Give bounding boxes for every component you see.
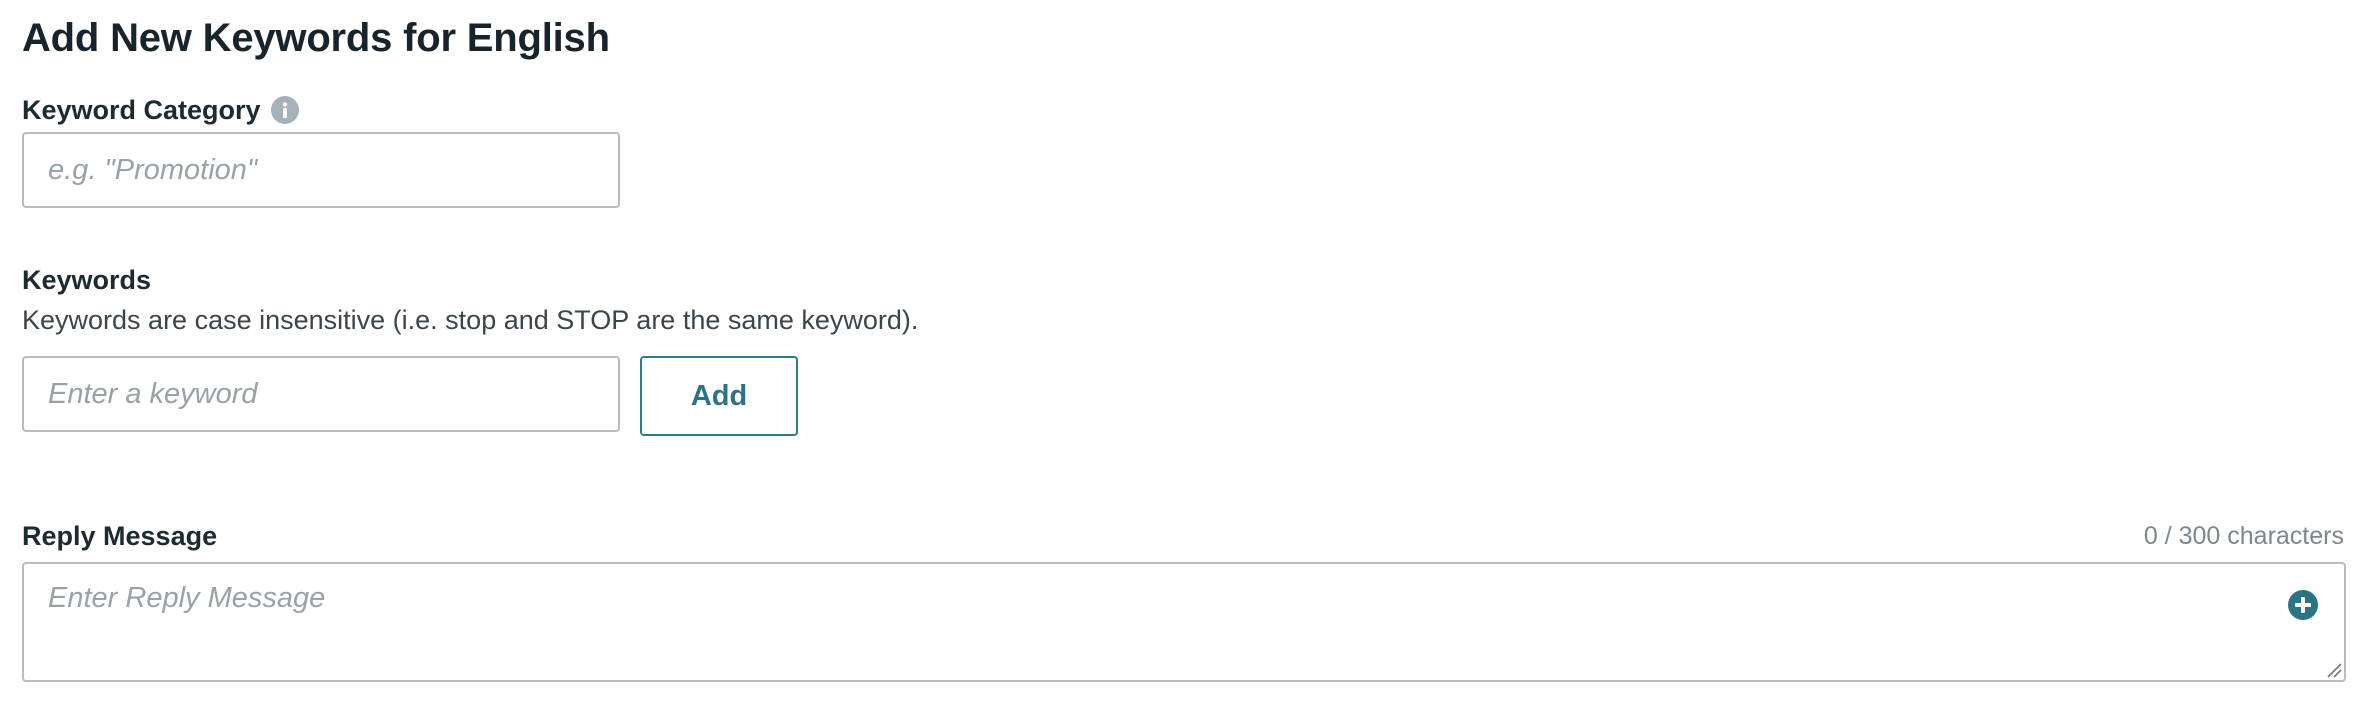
keyword-input[interactable]	[22, 356, 620, 432]
reply-message-textarea[interactable]	[24, 564, 2344, 680]
plus-circle-icon[interactable]	[2288, 590, 2318, 620]
keywords-helper-text: Keywords are case insensitive (i.e. stop…	[22, 305, 919, 335]
add-keyword-button[interactable]: Add	[640, 356, 798, 436]
keyword-category-label-text: Keyword Category	[22, 95, 261, 125]
keyword-category-input[interactable]	[22, 132, 620, 208]
reply-message-field	[22, 562, 2346, 682]
page-title: Add New Keywords for English	[22, 16, 610, 60]
resize-handle-icon[interactable]	[2324, 660, 2342, 678]
keyword-category-label: Keyword Category	[22, 92, 299, 128]
info-icon[interactable]	[270, 96, 299, 124]
keywords-label: Keywords	[22, 265, 152, 295]
reply-message-label: Reply Message	[22, 521, 218, 551]
character-counter: 0 / 300 characters	[2143, 522, 2344, 550]
